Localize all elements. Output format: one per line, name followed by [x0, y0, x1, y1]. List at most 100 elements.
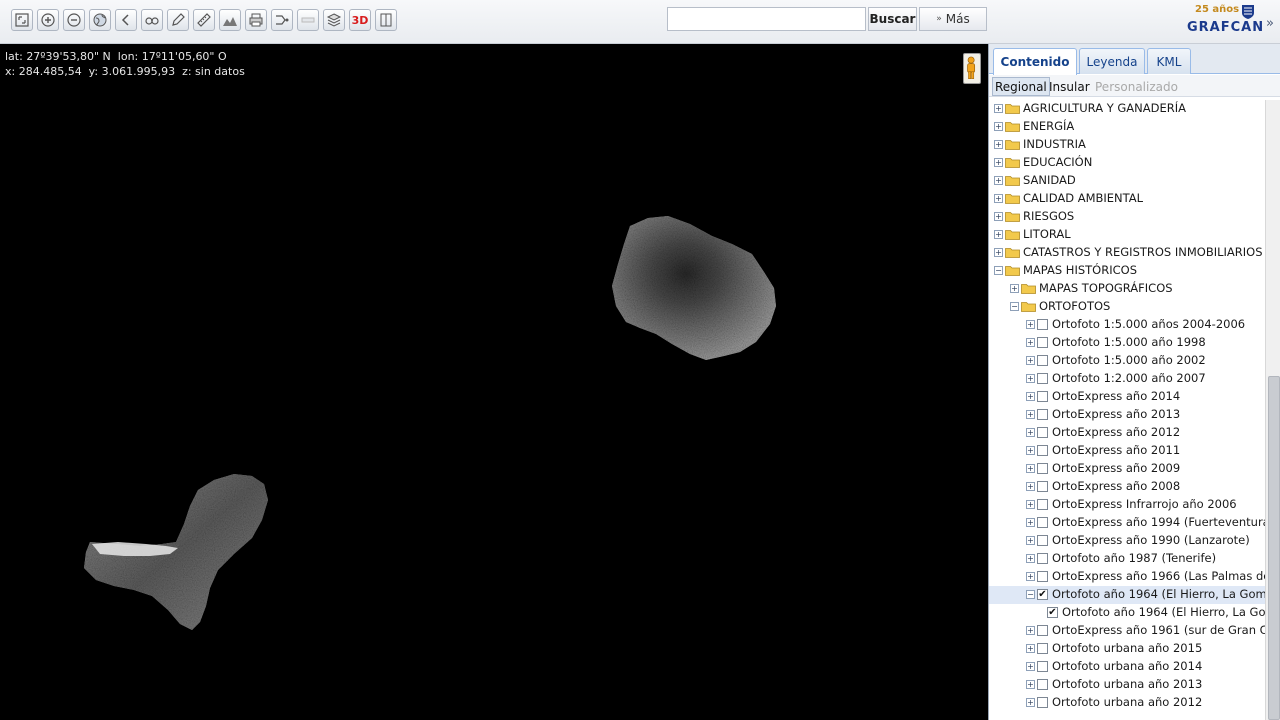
expand-icon[interactable]: +: [1026, 662, 1035, 671]
layer-checkbox[interactable]: [1037, 679, 1048, 690]
tree-layer[interactable]: + OrtoExpress año 2013: [989, 406, 1265, 424]
expand-icon[interactable]: +: [1026, 680, 1035, 689]
expand-icon[interactable]: +: [1026, 356, 1035, 365]
layer-checkbox[interactable]: ✔: [1037, 589, 1048, 600]
layer-checkbox[interactable]: [1037, 553, 1048, 564]
expand-icon[interactable]: +: [1026, 698, 1035, 707]
zoom-out-icon[interactable]: [63, 9, 85, 31]
tree-folder[interactable]: + CATASTROS Y REGISTROS INMOBILIARIOS: [989, 244, 1265, 262]
layer-checkbox[interactable]: [1037, 391, 1048, 402]
tab-kml[interactable]: KML: [1147, 48, 1191, 74]
expand-icon[interactable]: +: [1026, 428, 1035, 437]
layer-checkbox[interactable]: [1037, 409, 1048, 420]
layer-checkbox[interactable]: [1037, 697, 1048, 708]
expand-icon[interactable]: +: [1026, 392, 1035, 401]
terrain-profile-icon[interactable]: [219, 9, 241, 31]
blank-tool-icon[interactable]: [297, 9, 319, 31]
expand-icon[interactable]: +: [994, 212, 1003, 221]
tree-layer[interactable]: + OrtoExpress año 2014: [989, 388, 1265, 406]
layer-checkbox[interactable]: [1037, 355, 1048, 366]
layer-checkbox[interactable]: [1037, 373, 1048, 384]
tree-folder[interactable]: + SANIDAD: [989, 172, 1265, 190]
expand-icon[interactable]: +: [1026, 626, 1035, 635]
tree-folder[interactable]: + LITORAL: [989, 226, 1265, 244]
search-input[interactable]: [667, 7, 866, 31]
tree-folder[interactable]: − ORTOFOTOS: [989, 298, 1265, 316]
layer-checkbox[interactable]: [1037, 319, 1048, 330]
expand-icon[interactable]: +: [1026, 518, 1035, 527]
tree-scrollbar[interactable]: [1265, 100, 1280, 720]
expand-icon[interactable]: +: [1026, 464, 1035, 473]
tree-layer[interactable]: + OrtoExpress año 2008: [989, 478, 1265, 496]
layer-checkbox[interactable]: [1037, 571, 1048, 582]
expand-icon[interactable]: +: [1026, 500, 1035, 509]
tree-layer[interactable]: + Ortofoto 1:2.000 año 2007: [989, 370, 1265, 388]
layer-checkbox[interactable]: [1037, 427, 1048, 438]
expand-icon[interactable]: +: [1026, 554, 1035, 563]
tree-folder[interactable]: + ENERGÍA: [989, 118, 1265, 136]
expand-icon[interactable]: +: [994, 122, 1003, 131]
expand-icon[interactable]: +: [994, 140, 1003, 149]
layer-checkbox[interactable]: [1037, 661, 1048, 672]
layer-checkbox[interactable]: [1037, 499, 1048, 510]
tree-layer[interactable]: + OrtoExpress año 1961 (sur de Gran Car: [989, 622, 1265, 640]
layer-checkbox[interactable]: [1037, 481, 1048, 492]
tree-layer[interactable]: + Ortofoto 1:5.000 años 2004-2006: [989, 316, 1265, 334]
street-view-pegman-icon[interactable]: [963, 53, 981, 84]
expand-icon[interactable]: +: [994, 248, 1003, 257]
layer-checkbox[interactable]: [1037, 643, 1048, 654]
zoom-in-icon[interactable]: [37, 9, 59, 31]
layer-checkbox[interactable]: [1037, 445, 1048, 456]
tree-folder[interactable]: + RIESGOS: [989, 208, 1265, 226]
zoom-extent-icon[interactable]: [11, 9, 33, 31]
expand-icon[interactable]: +: [1026, 338, 1035, 347]
tree-layer[interactable]: − ✔ Ortofoto año 1964 (El Hierro, La Gomer: [989, 586, 1265, 604]
tree-layer[interactable]: ✔ Ortofoto año 1964 (El Hierro, La Gor: [989, 604, 1265, 622]
more-button[interactable]: » Más: [919, 7, 987, 31]
scrollbar-thumb[interactable]: [1268, 376, 1280, 720]
expand-icon[interactable]: +: [994, 104, 1003, 113]
tree-layer[interactable]: + Ortofoto urbana año 2012: [989, 694, 1265, 712]
3d-button[interactable]: 3D: [349, 9, 371, 31]
tab-contenido[interactable]: Contenido: [993, 48, 1077, 75]
split-view-icon[interactable]: [375, 9, 397, 31]
layer-checkbox[interactable]: [1037, 337, 1048, 348]
tree-layer[interactable]: + OrtoExpress año 2009: [989, 460, 1265, 478]
tree-folder[interactable]: − MAPAS HISTÓRICOS: [989, 262, 1265, 280]
tree-layer[interactable]: + Ortofoto 1:5.000 año 2002: [989, 352, 1265, 370]
binoculars-icon[interactable]: [141, 9, 163, 31]
map-view[interactable]: lat: 27º39'53,80" N lon: 17º11'05,60" O …: [0, 44, 988, 720]
tree-folder[interactable]: + MAPAS TOPOGRÁFICOS: [989, 280, 1265, 298]
ruler-icon[interactable]: [193, 9, 215, 31]
expand-icon[interactable]: +: [1026, 410, 1035, 419]
tree-layer[interactable]: + OrtoExpress Infrarrojo año 2006: [989, 496, 1265, 514]
expand-icon[interactable]: +: [1026, 374, 1035, 383]
expand-icon[interactable]: +: [1026, 536, 1035, 545]
layer-checkbox[interactable]: [1037, 625, 1048, 636]
tree-layer[interactable]: + OrtoExpress año 2011: [989, 442, 1265, 460]
expand-icon[interactable]: +: [994, 176, 1003, 185]
tree-layer[interactable]: + Ortofoto urbana año 2013: [989, 676, 1265, 694]
route-icon[interactable]: [271, 9, 293, 31]
tree-layer[interactable]: + Ortofoto urbana año 2014: [989, 658, 1265, 676]
tree-folder[interactable]: + AGRICULTURA Y GANADERÍA: [989, 100, 1265, 118]
tree-layer[interactable]: + OrtoExpress año 1966 (Las Palmas de G: [989, 568, 1265, 586]
expand-icon[interactable]: +: [994, 230, 1003, 239]
layer-checkbox[interactable]: [1037, 517, 1048, 528]
tree-layer[interactable]: + Ortofoto 1:5.000 año 1998: [989, 334, 1265, 352]
expand-icon[interactable]: +: [1010, 284, 1019, 293]
tree-folder[interactable]: + CALIDAD AMBIENTAL: [989, 190, 1265, 208]
back-arrow-icon[interactable]: [115, 9, 137, 31]
layer-checkbox[interactable]: [1037, 463, 1048, 474]
expand-icon[interactable]: +: [1026, 644, 1035, 653]
globe-icon[interactable]: [89, 9, 111, 31]
tree-layer[interactable]: + OrtoExpress año 1994 (Fuerteventura, T: [989, 514, 1265, 532]
collapse-icon[interactable]: −: [1010, 302, 1019, 311]
expand-icon[interactable]: +: [1026, 482, 1035, 491]
pencil-icon[interactable]: [167, 9, 189, 31]
expand-icon[interactable]: +: [994, 158, 1003, 167]
collapse-icon[interactable]: −: [1026, 590, 1035, 599]
subtab-insular[interactable]: Insular: [1047, 77, 1092, 96]
expand-icon[interactable]: +: [1026, 320, 1035, 329]
tree-layer[interactable]: + OrtoExpress año 2012: [989, 424, 1265, 442]
